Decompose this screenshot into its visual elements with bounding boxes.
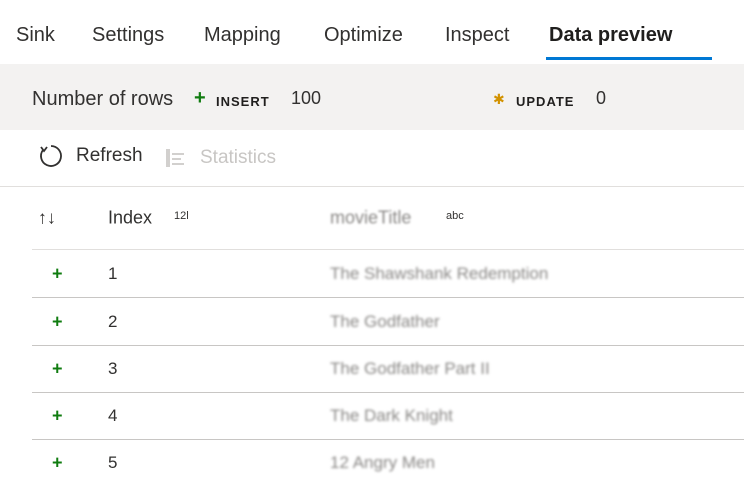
statistics-icon [166, 149, 184, 167]
row-movie-title: The Godfather [330, 311, 440, 331]
index-type-badge: 12l [174, 210, 189, 222]
row-index: 1 [108, 263, 118, 283]
table-row[interactable]: + 4 The Dark Knight [32, 392, 744, 440]
row-insert-icon: + [52, 311, 63, 331]
tab-inspect[interactable]: Inspect [445, 24, 509, 47]
tab-sink[interactable]: Sink [16, 24, 55, 47]
tab-optimize[interactable]: Optimize [324, 24, 403, 47]
tab-settings[interactable]: Settings [92, 24, 164, 47]
row-movie-title: The Dark Knight [330, 405, 453, 425]
row-movie-title: The Godfather Part II [330, 358, 490, 378]
update-asterisk-icon: ✱ [493, 91, 505, 107]
row-insert-icon: + [52, 405, 63, 425]
update-tag: UPDATE [516, 94, 575, 109]
table-row[interactable]: + 3 The Godfather Part II [32, 345, 744, 393]
row-count-label: Number of rows [32, 88, 174, 110]
row-movie-title: The Shawshank Redemption [330, 263, 549, 283]
statistics-button[interactable]: Statistics [164, 147, 276, 169]
row-index: 3 [108, 358, 118, 378]
row-index: 5 [108, 452, 118, 472]
tab-bar: Sink Settings Mapping Optimize Inspect D… [0, 0, 744, 62]
sort-arrows-icon[interactable]: ↑↓ [38, 208, 56, 229]
table-row[interactable]: + 2 The Godfather [32, 298, 744, 346]
update-count: 0 [596, 88, 607, 108]
row-insert-icon: + [52, 358, 63, 378]
grid-header-row: ↑↓ Index 12l movieTitle abc [32, 187, 744, 250]
row-summary-bar: Number of rows + INSERT 100 ✱ UPDATE 0 [0, 64, 744, 130]
table-row[interactable]: + 5 12 Angry Men [32, 439, 744, 486]
row-movie-title: 12 Angry Men [330, 452, 435, 472]
insert-count: 100 [291, 88, 322, 108]
row-index: 4 [108, 405, 118, 425]
row-insert-icon: + [52, 263, 63, 283]
insert-plus-icon: + [194, 87, 206, 109]
insert-tag: INSERT [216, 94, 270, 109]
tab-mapping[interactable]: Mapping [204, 24, 281, 47]
row-insert-icon: + [52, 452, 63, 472]
column-header-index[interactable]: Index [108, 208, 152, 229]
refresh-icon [40, 145, 62, 167]
row-index: 2 [108, 311, 118, 331]
refresh-label: Refresh [76, 145, 143, 166]
active-tab-indicator [546, 57, 712, 60]
table-row[interactable]: + 1 The Shawshank Redemption [32, 250, 744, 298]
preview-toolbar: Refresh Statistics [0, 130, 744, 187]
column-header-movie-title[interactable]: movieTitle [330, 208, 411, 229]
statistics-label: Statistics [200, 147, 277, 168]
title-type-badge: abc [446, 210, 464, 222]
tab-data-preview[interactable]: Data preview [549, 24, 672, 47]
refresh-button[interactable]: Refresh [38, 143, 143, 169]
